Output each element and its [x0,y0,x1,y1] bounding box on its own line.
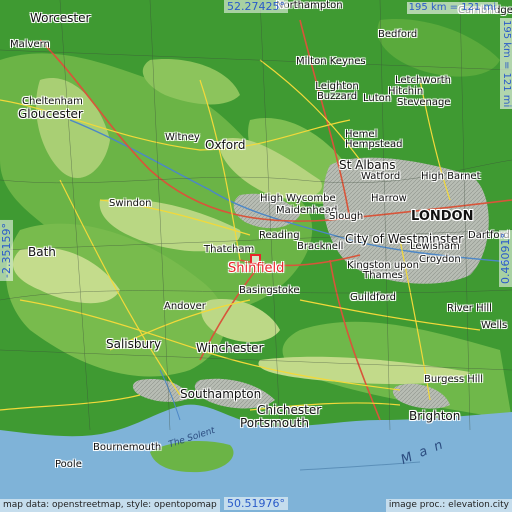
scale-vertical: 195 km = 121 mi [500,18,512,110]
place-label-st-albans: St Albans [339,158,396,172]
place-label-high-wycombe: High Wycombe [260,193,336,204]
place-label-oxford: Oxford [205,138,246,152]
place-label-letchworth: Letchworth [395,75,451,86]
place-label-guildford: Guildford [350,292,396,303]
place-label-harrow: Harrow [371,193,407,204]
place-label-gloucester: Gloucester [18,107,83,121]
place-label-chichester: Chichester [257,403,322,417]
place-label-hemel-hempstead: Hemel Hempstead [345,129,403,150]
place-label-london: LONDON [411,209,474,224]
place-label-river-hill: River Hill [447,303,492,314]
scale-horizontal: 195 km = 121 mi [406,2,498,14]
coord-west: -2.35159° [0,220,13,281]
place-label-high-barnet: High Barnet [421,171,481,182]
place-label-slough: Slough [329,211,364,222]
place-label-andover: Andover [164,301,206,312]
place-label-lewisham: Lewisham [410,241,460,252]
place-label-bedford: Bedford [378,29,418,40]
map-canvas[interactable]: Worcester Malvern Cheltenham Gloucester … [0,0,512,512]
place-label-thatcham: Thatcham [204,244,255,255]
place-label-reading: Reading [259,230,300,241]
place-label-watford: Watford [361,171,401,182]
place-label-winchester: Winchester [196,341,264,355]
place-label-burgess-hill: Burgess Hill [424,374,484,385]
place-label-swindon: Swindon [109,198,152,209]
place-label-milton-keynes: Milton Keynes [296,56,366,67]
place-label-salisbury: Salisbury [106,337,162,351]
place-label-hitchin: Hitchin [388,86,424,97]
coord-north: 52.27425° [224,0,288,13]
attribution-right: image proc.: elevation.city [385,499,512,512]
place-label-poole: Poole [55,459,82,470]
place-label-brighton: Brighton [409,409,461,423]
place-label-leighton-buzzard: Leighton Buzzard [315,81,359,102]
place-label-bournemouth: Bournemouth [93,442,162,453]
coord-east: 0.46091° [499,230,512,287]
place-label-bracknell: Bracknell [297,241,344,252]
place-label-cheltenham: Cheltenham [22,96,83,107]
attribution-left: map data: openstreetmap, style: opentopo… [0,499,220,512]
place-label-portsmouth: Portsmouth [240,416,309,430]
place-label-witney: Witney [165,132,200,143]
coord-south: 50.51976° [224,497,288,510]
place-label-worcester: Worcester [30,11,91,25]
place-label-basingstoke: Basingstoke [239,285,300,296]
location-label: Shinfield [228,261,285,276]
place-label-stevenage: Stevenage [397,97,451,108]
place-label-bath: Bath [28,245,56,259]
place-label-wells: Wells [481,320,508,331]
place-label-southampton: Southampton [180,387,262,401]
place-label-kingston: Kingston upon Thames [347,260,419,281]
place-label-croydon: Croydon [419,254,461,265]
place-label-malvern: Malvern [10,39,50,50]
place-label-luton: Luton [363,93,392,104]
